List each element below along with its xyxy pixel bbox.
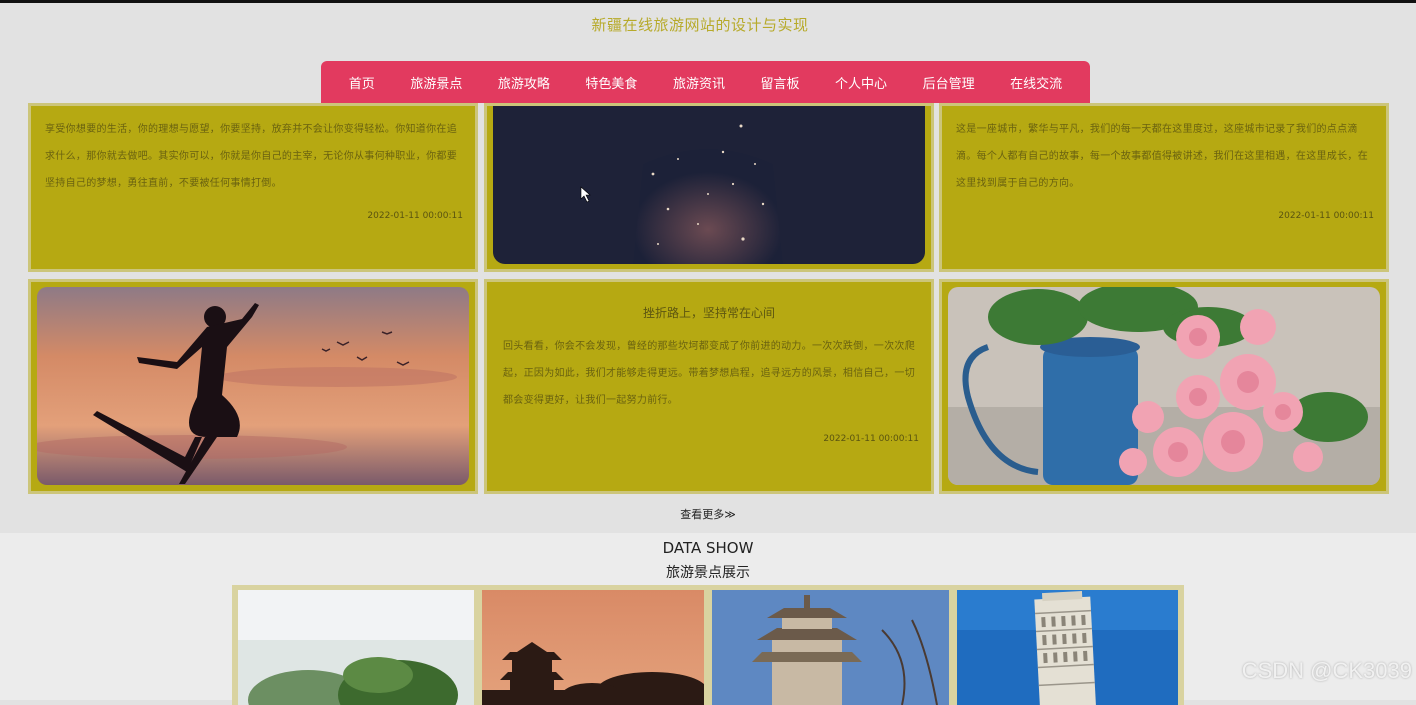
article-date: 2022-01-11 00:00:11	[823, 434, 919, 444]
site-title: 新疆在线旅游网站的设计与实现	[591, 16, 809, 34]
gallery-title-en: DATA SHOW	[662, 539, 754, 557]
nav-news[interactable]: 旅游资讯	[673, 73, 725, 92]
nav-home[interactable]: 首页	[349, 73, 375, 92]
article-card[interactable]: 挫折路上，坚持常在心间 回头看看，你会不会发现，曾经的那些坎坷都变成了你前进的动…	[484, 279, 934, 494]
view-more-link[interactable]: 查看更多≫	[0, 506, 1416, 522]
article-card[interactable]: 这是一座城市，繁华与平凡，我们的每一天都在这里度过，这座城市记录了我们的点点滴滴…	[939, 103, 1389, 272]
attraction-thumb-leaning-tower[interactable]	[957, 590, 1178, 705]
nav-food[interactable]: 特色美食	[585, 73, 637, 92]
attraction-thumb-pagoda[interactable]	[482, 590, 704, 705]
article-card[interactable]: 享受你想要的生活，你的理想与愿望，你要坚持，放弃并不会让你变得轻松。你知道你在追…	[28, 103, 478, 272]
nav-messages[interactable]: 留言板	[761, 73, 800, 92]
gallery-title-cn: 旅游景点展示	[666, 565, 750, 581]
nav-admin[interactable]: 后台管理	[923, 73, 975, 92]
sunset-dancer-photo	[37, 287, 469, 485]
article-title[interactable]: 挫折路上，坚持常在心间	[487, 304, 931, 321]
nav-attractions[interactable]: 旅游景点	[410, 73, 462, 92]
article-image-card[interactable]	[28, 279, 478, 494]
article-excerpt: 这是一座城市，繁华与平凡，我们的每一天都在这里度过，这座城市记录了我们的点点滴滴…	[956, 124, 1368, 189]
window-top-border	[0, 0, 1416, 3]
article-excerpt: 享受你想要的生活，你的理想与愿望，你要坚持，放弃并不会让你变得轻松。你知道你在追…	[45, 124, 457, 189]
article-image-card[interactable]	[939, 279, 1389, 494]
main-navigation: 首页 旅游景点 旅游攻略 特色美食 旅游资讯 留言板 个人中心 后台管理 在线交…	[321, 61, 1090, 103]
nav-guides[interactable]: 旅游攻略	[498, 73, 550, 92]
article-excerpt: 回头看看，你会不会发现，曾经的那些坎坷都变成了你前进的动力。一次次跌倒，一次次爬…	[503, 341, 915, 406]
article-date: 2022-01-11 00:00:11	[1278, 211, 1374, 221]
article-date: 2022-01-11 00:00:11	[367, 211, 463, 221]
attraction-thumb-mountain[interactable]	[238, 590, 474, 705]
nav-chat[interactable]: 在线交流	[1010, 73, 1062, 92]
nav-profile[interactable]: 个人中心	[835, 73, 887, 92]
attraction-thumb-tower[interactable]	[712, 590, 949, 705]
csdn-watermark: CSDN @CK3039	[1241, 658, 1412, 683]
roses-photo	[948, 287, 1380, 485]
article-image-card[interactable]	[484, 103, 934, 272]
night-city-photo	[493, 106, 925, 264]
